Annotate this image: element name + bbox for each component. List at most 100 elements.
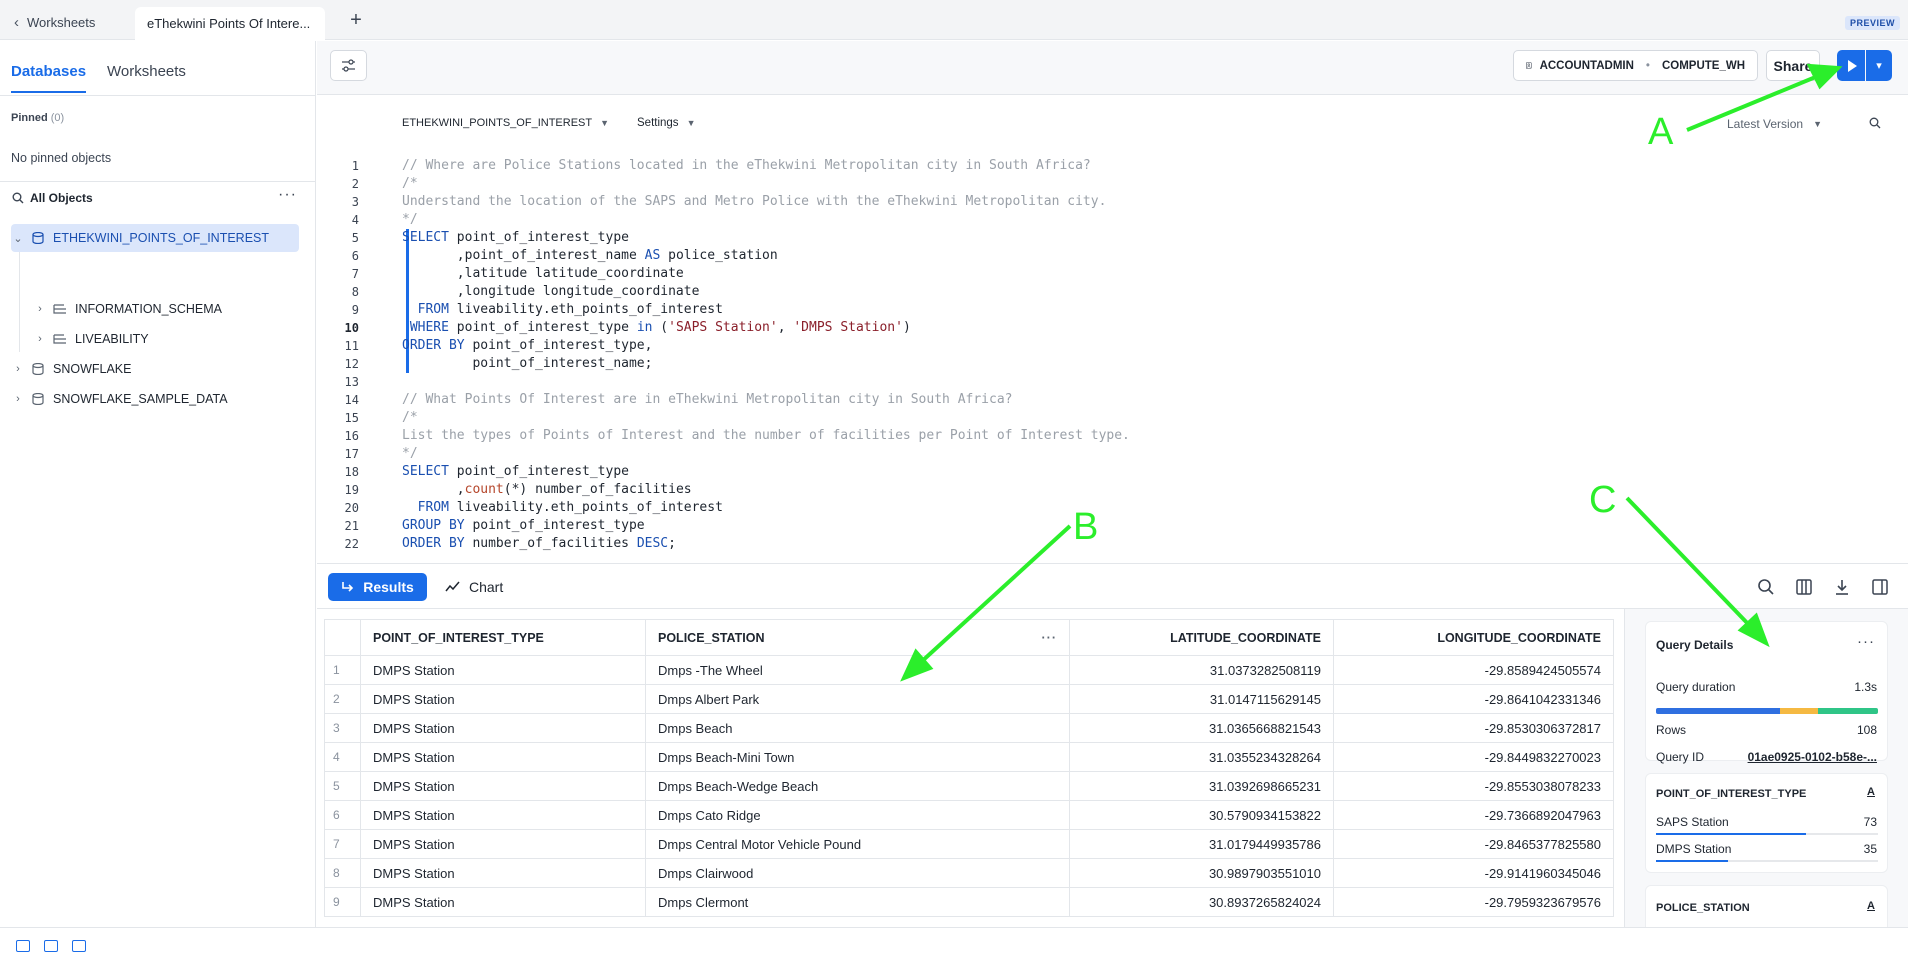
toggle-sidebar-icon[interactable] bbox=[16, 940, 30, 952]
code-line[interactable]: 6 ,point_of_interest_name AS police_stat… bbox=[317, 247, 1908, 265]
results-tab-button[interactable]: Results bbox=[328, 573, 427, 601]
columns-icon[interactable] bbox=[1795, 578, 1813, 596]
back-to-worksheets-tab[interactable]: ‹ Worksheets bbox=[14, 9, 95, 35]
table-cell[interactable]: DMPS Station bbox=[360, 887, 646, 917]
table-row[interactable]: 2 DMPS Station Dmps Albert Park 31.01471156… bbox=[324, 684, 1614, 714]
tree-item-information-schema[interactable]: › INFORMATION_SCHEMA bbox=[33, 295, 299, 323]
column-header[interactable]: LATITUDE_COORDINATE bbox=[1069, 619, 1334, 656]
code-line[interactable]: 15 /* bbox=[317, 409, 1908, 427]
row-number[interactable]: 2 bbox=[324, 684, 361, 714]
table-cell[interactable]: -29.7959323679576 bbox=[1333, 887, 1614, 917]
table-row[interactable]: 8 DMPS Station Dmps Clairwood 30.9897903551… bbox=[324, 858, 1614, 888]
table-row[interactable]: 1 DMPS Station Dmps -The Wheel 31.037328250… bbox=[324, 655, 1614, 685]
toggle-panel-icon[interactable] bbox=[1871, 578, 1889, 596]
search-results-icon[interactable] bbox=[1757, 578, 1775, 596]
table-cell[interactable]: -29.7366892047963 bbox=[1333, 800, 1614, 830]
table-row[interactable]: 5 DMPS Station Dmps Beach-Wedge Beach 31.03… bbox=[324, 771, 1614, 801]
toggle-results-icon[interactable] bbox=[72, 940, 86, 952]
table-cell[interactable]: -29.8589424505574 bbox=[1333, 655, 1614, 685]
table-cell[interactable]: 30.8937265824024 bbox=[1069, 887, 1334, 917]
code-line[interactable]: 14 // What Points Of Interest are in eThe… bbox=[317, 391, 1908, 409]
share-button[interactable]: Share bbox=[1766, 50, 1820, 81]
table-cell[interactable]: 31.0392698665231 bbox=[1069, 771, 1334, 801]
code-line[interactable]: 9 FROM liveability.eth_points_of_interes… bbox=[317, 301, 1908, 319]
filter-settings-button[interactable] bbox=[330, 50, 367, 81]
tab-worksheets[interactable]: Worksheets bbox=[107, 63, 186, 80]
table-cell[interactable]: Dmps Beach-Wedge Beach bbox=[645, 771, 1070, 801]
table-cell[interactable]: DMPS Station bbox=[360, 713, 646, 743]
column-menu-icon[interactable]: ··· bbox=[1042, 631, 1058, 645]
table-row[interactable]: 9 DMPS Station Dmps Clermont 30.89372658240… bbox=[324, 887, 1614, 917]
code-line[interactable]: 21 GROUP BY point_of_interest_type bbox=[317, 517, 1908, 535]
table-cell[interactable]: Dmps -The Wheel bbox=[645, 655, 1070, 685]
table-cell[interactable]: -29.8530306372817 bbox=[1333, 713, 1614, 743]
tab-databases[interactable]: Databases bbox=[11, 63, 87, 93]
table-cell[interactable]: Dmps Central Motor Vehicle Pound bbox=[645, 829, 1070, 859]
download-icon[interactable] bbox=[1833, 578, 1851, 596]
code-line[interactable]: 22 ORDER BY number_of_facilities DESC; bbox=[317, 535, 1908, 553]
row-number[interactable]: 1 bbox=[324, 655, 361, 685]
table-cell[interactable]: 31.0355234328264 bbox=[1069, 742, 1334, 772]
table-cell[interactable]: -29.8465377825580 bbox=[1333, 829, 1614, 859]
table-cell[interactable]: 31.0365668821543 bbox=[1069, 713, 1334, 743]
new-tab-plus-icon[interactable]: + bbox=[345, 9, 367, 31]
table-cell[interactable]: DMPS Station bbox=[360, 829, 646, 859]
row-number[interactable]: 7 bbox=[324, 829, 361, 859]
table-cell[interactable]: -29.8449832270023 bbox=[1333, 742, 1614, 772]
table-row[interactable]: 3 DMPS Station Dmps Beach 31.0365668821543-… bbox=[324, 713, 1614, 743]
table-cell[interactable]: 31.0147115629145 bbox=[1069, 684, 1334, 714]
table-cell[interactable]: DMPS Station bbox=[360, 684, 646, 714]
database-selector[interactable]: ETHEKWINI_POINTS_OF_INTEREST ▼ bbox=[402, 117, 609, 129]
chart-tab-button[interactable]: Chart bbox=[445, 573, 503, 601]
code-line[interactable]: 3 Understand the location of the SAPS and… bbox=[317, 193, 1908, 211]
query-id-link[interactable]: 01ae0925-0102-b58e-... bbox=[1748, 750, 1877, 764]
tree-item-ethekwini-db[interactable]: ⌄ ETHEKWINI_POINTS_OF_INTEREST bbox=[11, 224, 299, 252]
code-line[interactable]: 20 FROM liveability.eth_points_of_intere… bbox=[317, 499, 1908, 517]
sql-editor[interactable]: 1 // Where are Police Stations located in… bbox=[317, 157, 1908, 562]
table-cell[interactable]: Dmps Clairwood bbox=[645, 858, 1070, 888]
table-cell[interactable]: Dmps Beach bbox=[645, 713, 1070, 743]
code-line[interactable]: 8 ,longitude longitude_coordinate bbox=[317, 283, 1908, 301]
role-warehouse-selector[interactable]: ACCOUNTADMIN • COMPUTE_WH bbox=[1513, 50, 1758, 81]
table-row[interactable]: 6 DMPS Station Dmps Cato Ridge 30.579093415… bbox=[324, 800, 1614, 830]
code-line[interactable]: 19 ,count(*) number_of_facilities bbox=[317, 481, 1908, 499]
settings-dropdown[interactable]: Settings ▼ bbox=[637, 117, 695, 129]
table-cell[interactable]: DMPS Station bbox=[360, 655, 646, 685]
row-number[interactable]: 6 bbox=[324, 800, 361, 830]
table-cell[interactable]: DMPS Station bbox=[360, 771, 646, 801]
tree-item-liveability[interactable]: › LIVEABILITY bbox=[33, 325, 299, 353]
code-line[interactable]: 10 WHERE point_of_interest_type in ('SAP… bbox=[317, 319, 1908, 337]
column-header[interactable]: POLICE_STATION ··· bbox=[645, 619, 1070, 656]
code-line[interactable]: 16 List the types of Points of Interest a… bbox=[317, 427, 1908, 445]
code-line[interactable]: 13 bbox=[317, 373, 1908, 391]
table-cell[interactable]: 30.9897903551010 bbox=[1069, 858, 1334, 888]
table-cell[interactable]: DMPS Station bbox=[360, 858, 646, 888]
code-line[interactable]: 11 ORDER BY point_of_interest_type, bbox=[317, 337, 1908, 355]
table-cell[interactable]: DMPS Station bbox=[360, 800, 646, 830]
active-worksheet-tab[interactable]: eThekwini Points Of Intere... bbox=[135, 7, 325, 40]
code-line[interactable]: 18 SELECT point_of_interest_type bbox=[317, 463, 1908, 481]
tree-item-snowflake-sample-data[interactable]: › SNOWFLAKE_SAMPLE_DATA bbox=[11, 385, 299, 413]
row-number[interactable]: 4 bbox=[324, 742, 361, 772]
table-cell[interactable]: 31.0373282508119 bbox=[1069, 655, 1334, 685]
table-row[interactable]: 7 DMPS Station Dmps Central Motor Vehicle … bbox=[324, 829, 1614, 859]
run-button[interactable] bbox=[1837, 50, 1865, 81]
code-line[interactable]: 17 */ bbox=[317, 445, 1908, 463]
table-cell[interactable]: Dmps Beach-Mini Town bbox=[645, 742, 1070, 772]
run-options-dropdown[interactable]: ▾ bbox=[1866, 50, 1892, 81]
column-header[interactable]: LONGITUDE_COORDINATE bbox=[1333, 619, 1614, 656]
row-number[interactable]: 3 bbox=[324, 713, 361, 743]
toggle-editor-icon[interactable] bbox=[44, 940, 58, 952]
more-options-icon[interactable]: ··· bbox=[1857, 633, 1875, 650]
code-line[interactable]: 4 */ bbox=[317, 211, 1908, 229]
editor-search-icon[interactable] bbox=[1869, 117, 1881, 132]
all-objects-search[interactable]: All Objects bbox=[12, 191, 93, 205]
version-selector[interactable]: Latest Version ▼ bbox=[1727, 117, 1822, 131]
row-number[interactable]: 5 bbox=[324, 771, 361, 801]
row-number[interactable]: 8 bbox=[324, 858, 361, 888]
row-number[interactable]: 9 bbox=[324, 887, 361, 917]
table-cell[interactable]: Dmps Albert Park bbox=[645, 684, 1070, 714]
table-row[interactable]: 4 DMPS Station Dmps Beach-Mini Town 31.0355… bbox=[324, 742, 1614, 772]
table-cell[interactable]: Dmps Cato Ridge bbox=[645, 800, 1070, 830]
table-cell[interactable]: 31.0179449935786 bbox=[1069, 829, 1334, 859]
